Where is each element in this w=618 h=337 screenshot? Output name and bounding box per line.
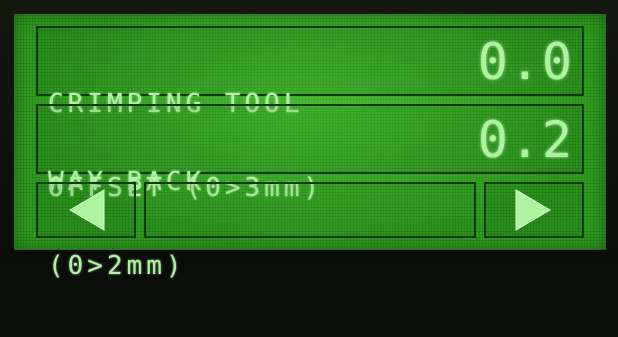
lcd-display: CRIMPING TOOL OFFSET (0>3mm) 0.0 WAY BAC… xyxy=(14,14,606,280)
setting-row-way-back[interactable]: WAY BACK (0>2mm) 0.2 xyxy=(36,104,584,280)
setting-value: 0.0 xyxy=(477,33,574,91)
right-triangle-icon xyxy=(514,188,554,232)
empty-status-area xyxy=(144,182,476,238)
setting-row-crimping-tool-offset[interactable]: CRIMPING TOOL OFFSET (0>3mm) 0.0 xyxy=(36,26,584,202)
setting-label-line2: (0>2mm) xyxy=(48,251,186,281)
setting-value: 0.2 xyxy=(477,111,574,169)
next-button[interactable] xyxy=(484,182,584,238)
left-triangle-icon xyxy=(66,188,106,232)
previous-button[interactable] xyxy=(36,182,136,238)
